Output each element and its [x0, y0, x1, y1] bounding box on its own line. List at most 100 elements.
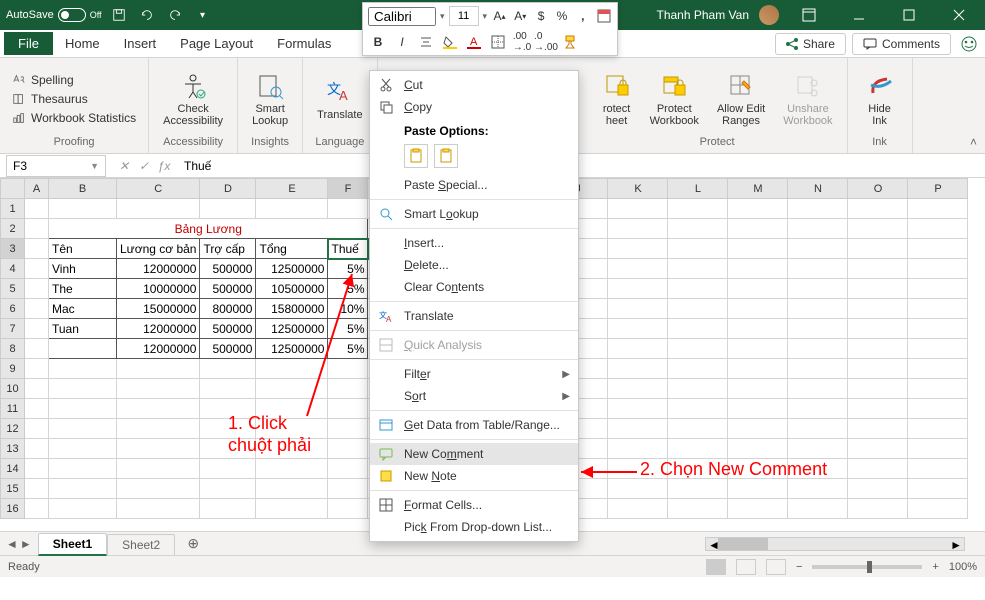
data-cell[interactable]: 5% — [328, 319, 368, 339]
data-cell[interactable]: Tuan — [49, 319, 117, 339]
cell-M10[interactable] — [728, 379, 788, 399]
cell-K15[interactable] — [608, 479, 668, 499]
ctx-new-comment[interactable]: New Comment — [370, 443, 578, 465]
tab-file[interactable]: File — [4, 32, 53, 55]
comma-format-icon[interactable]: , — [574, 6, 591, 26]
autosave-toggle[interactable]: AutoSave Off — [6, 8, 102, 22]
font-name-input[interactable] — [368, 7, 436, 26]
sheet-tab-sheet1[interactable]: Sheet1 — [38, 533, 107, 556]
cell-O5[interactable] — [848, 279, 908, 299]
cell-L7[interactable] — [668, 319, 728, 339]
cancel-formula-icon[interactable]: ✕ — [116, 159, 132, 173]
col-header-N[interactable]: N — [788, 179, 848, 199]
ctx-delete[interactable]: Delete... — [370, 254, 578, 276]
cell-O7[interactable] — [848, 319, 908, 339]
decrease-font-icon[interactable]: A▾ — [512, 6, 529, 26]
cell-E15[interactable] — [256, 479, 328, 499]
cell-N5[interactable] — [788, 279, 848, 299]
row-header-15[interactable]: 15 — [1, 479, 25, 499]
zoom-slider[interactable] — [812, 565, 922, 569]
cell-A9[interactable] — [25, 359, 49, 379]
header-cell[interactable]: Thuế — [328, 239, 368, 259]
cell-N16[interactable] — [788, 499, 848, 519]
cell-N13[interactable] — [788, 439, 848, 459]
accept-formula-icon[interactable]: ✓ — [136, 159, 152, 173]
col-header-E[interactable]: E — [256, 179, 328, 199]
cell-N7[interactable] — [788, 319, 848, 339]
col-header-M[interactable]: M — [728, 179, 788, 199]
toggle-switch[interactable] — [58, 8, 86, 22]
cell-L11[interactable] — [668, 399, 728, 419]
cell-L8[interactable] — [668, 339, 728, 359]
thesaurus-button[interactable]: Thesaurus — [8, 91, 140, 107]
view-page-layout-icon[interactable] — [736, 559, 756, 575]
cell-D10[interactable] — [200, 379, 256, 399]
cell-M6[interactable] — [728, 299, 788, 319]
cell-A14[interactable] — [25, 459, 49, 479]
cell-L9[interactable] — [668, 359, 728, 379]
row-header-6[interactable]: 6 — [1, 299, 25, 319]
row-header-16[interactable]: 16 — [1, 499, 25, 519]
cell-B9[interactable] — [49, 359, 117, 379]
data-cell[interactable]: 12500000 — [256, 259, 328, 279]
cell-A11[interactable] — [25, 399, 49, 419]
cell-K6[interactable] — [608, 299, 668, 319]
cell-F15[interactable] — [328, 479, 368, 499]
col-header-P[interactable]: P — [908, 179, 968, 199]
paste-values-icon[interactable] — [434, 144, 458, 168]
data-cell[interactable]: 500000 — [200, 279, 256, 299]
cell-N12[interactable] — [788, 419, 848, 439]
cell-N6[interactable] — [788, 299, 848, 319]
cell-F10[interactable] — [328, 379, 368, 399]
col-header-D[interactable]: D — [200, 179, 256, 199]
header-cell[interactable]: Tổng — [256, 239, 328, 259]
format-painter-icon[interactable] — [560, 32, 580, 52]
ctx-insert[interactable]: Insert... — [370, 232, 578, 254]
increase-font-icon[interactable]: A▴ — [491, 6, 508, 26]
cell-B16[interactable] — [49, 499, 117, 519]
ctx-paste-special[interactable]: Paste Special... — [370, 174, 578, 196]
row-header-13[interactable]: 13 — [1, 439, 25, 459]
cell-L16[interactable] — [668, 499, 728, 519]
data-cell[interactable]: 5% — [328, 279, 368, 299]
cell-L10[interactable] — [668, 379, 728, 399]
cell-P13[interactable] — [908, 439, 968, 459]
cell-O4[interactable] — [848, 259, 908, 279]
cell-K5[interactable] — [608, 279, 668, 299]
col-header-B[interactable]: B — [49, 179, 117, 199]
cell-L6[interactable] — [668, 299, 728, 319]
cell-K10[interactable] — [608, 379, 668, 399]
cell-A3[interactable] — [25, 239, 49, 259]
new-sheet-button[interactable]: ⊕ — [181, 535, 205, 552]
zoom-in-icon[interactable]: + — [932, 561, 938, 573]
view-normal-icon[interactable] — [706, 559, 726, 575]
cell-O16[interactable] — [848, 499, 908, 519]
cell-A4[interactable] — [25, 259, 49, 279]
undo-icon[interactable] — [136, 4, 158, 26]
font-color-icon[interactable]: A — [464, 32, 484, 52]
header-cell[interactable]: Trợ cấp — [200, 239, 256, 259]
cell-N9[interactable] — [788, 359, 848, 379]
data-cell[interactable]: 500000 — [200, 259, 256, 279]
maximize-icon[interactable] — [889, 0, 929, 30]
cell-A13[interactable] — [25, 439, 49, 459]
cell-M5[interactable] — [728, 279, 788, 299]
ctx-sort[interactable]: Sort▶ — [370, 385, 578, 407]
cell-P9[interactable] — [908, 359, 968, 379]
name-box[interactable]: F3 ▼ — [6, 155, 106, 177]
protect-workbook-button[interactable]: Protect Workbook — [644, 67, 705, 131]
cell-P5[interactable] — [908, 279, 968, 299]
cell-K9[interactable] — [608, 359, 668, 379]
data-cell[interactable]: 12000000 — [117, 319, 200, 339]
data-cell[interactable]: 5% — [328, 259, 368, 279]
view-page-break-icon[interactable] — [766, 559, 786, 575]
cell-M1[interactable] — [728, 199, 788, 219]
row-header-8[interactable]: 8 — [1, 339, 25, 359]
cell-O8[interactable] — [848, 339, 908, 359]
ctx-new-note[interactable]: New Note — [370, 465, 578, 487]
cell-P16[interactable] — [908, 499, 968, 519]
cell-P4[interactable] — [908, 259, 968, 279]
accounting-format-icon[interactable]: $ — [533, 6, 550, 26]
ctx-copy[interactable]: Copy — [370, 96, 578, 118]
cell-B13[interactable] — [49, 439, 117, 459]
